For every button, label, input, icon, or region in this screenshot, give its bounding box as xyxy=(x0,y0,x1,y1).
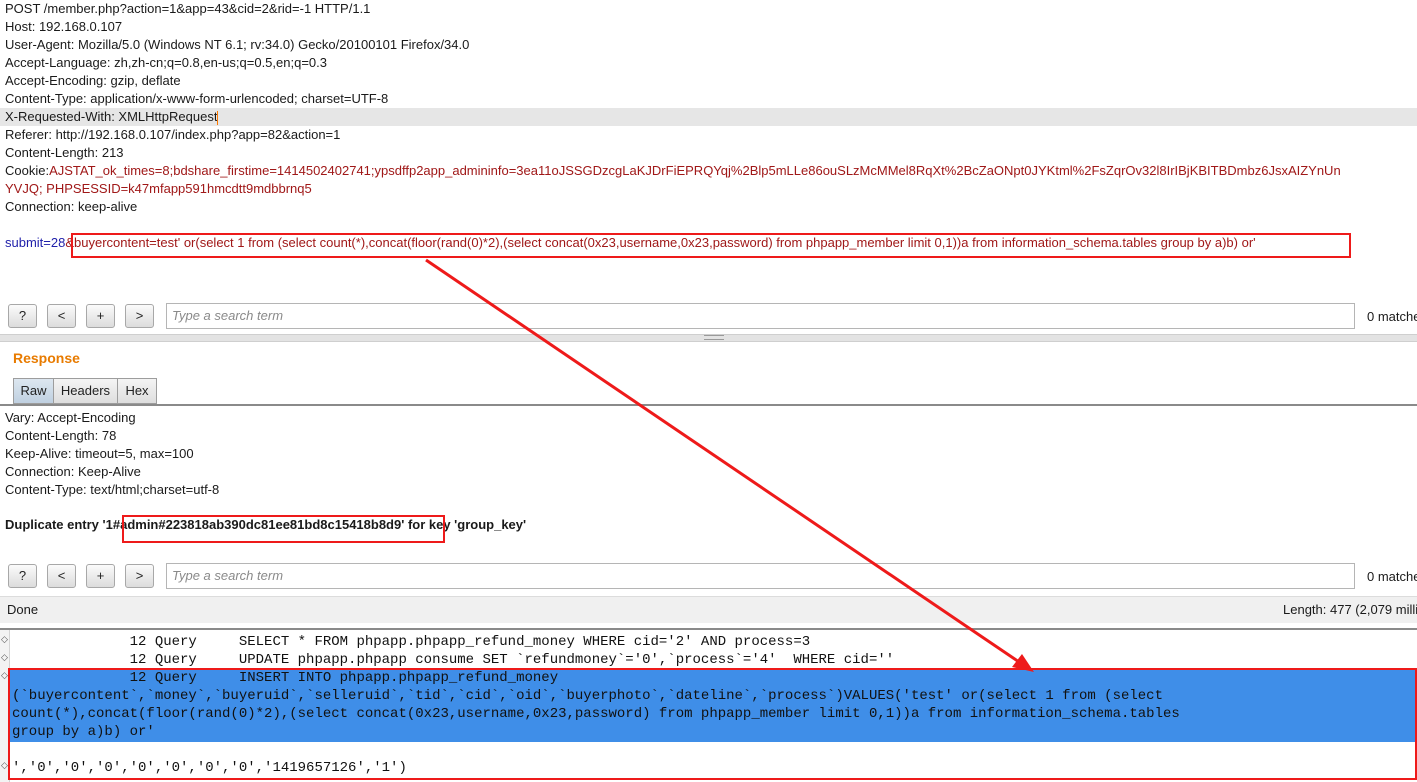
tab-headers[interactable]: Headers xyxy=(53,378,118,404)
tab-raw[interactable]: Raw xyxy=(13,378,54,404)
response-match-count: 0 matche xyxy=(1367,569,1417,584)
log-line: (`buyercontent`,`money`,`buyeruid`,`sell… xyxy=(12,688,1163,704)
body-payload: &buyercontent=test' or(select 1 from (se… xyxy=(65,235,1256,250)
response-search-input[interactable]: Type a search term xyxy=(166,563,1355,589)
x-requested-with-text: X-Requested-With: XMLHttpRequest xyxy=(5,109,218,124)
search-prev-button[interactable]: < xyxy=(47,564,76,588)
search-add-button[interactable]: + xyxy=(86,304,115,328)
resp-header-content-length: Content-Length: 78 xyxy=(5,428,117,443)
header-cookie-continued: YVJQ; PHPSESSID=k47mfapp591hmcdtt9mdbbrn… xyxy=(5,181,312,196)
log-line: group by a)b) or' xyxy=(12,724,155,740)
status-length: Length: 477 (2,079 milli xyxy=(1283,602,1417,617)
duplicate-entry-error: Duplicate entry '1#admin#223818ab390dc81… xyxy=(5,517,526,532)
request-line: POST /member.php?action=1&app=43&cid=2&r… xyxy=(5,1,371,16)
dup-leaked-hash: #admin#223818ab390dc81ee81bd8c15418b8d9 xyxy=(112,517,402,532)
search-next-button[interactable]: > xyxy=(125,564,154,588)
resp-header-keep-alive: Keep-Alive: timeout=5, max=100 xyxy=(5,446,194,461)
header-cookie: Cookie:AJSTAT_ok_times=8;bdshare_firstim… xyxy=(5,162,1341,180)
gutter-marker-icon: ◇ xyxy=(1,653,8,663)
log-line: 12 Query SELECT * FROM phpapp.phpapp_ref… xyxy=(12,634,811,650)
header-host: Host: 192.168.0.107 xyxy=(5,19,123,34)
log-line: ','0','0','0','0','0','0','0','141965712… xyxy=(12,760,407,776)
header-x-requested-with: X-Requested-With: XMLHttpRequest xyxy=(0,108,1417,126)
search-next-button[interactable]: > xyxy=(125,304,154,328)
console-gutter: ◇ ◇ ◇ ◇ xyxy=(0,630,10,782)
search-help-button[interactable]: ? xyxy=(8,564,37,588)
header-user-agent: User-Agent: Mozilla/5.0 (Windows NT 6.1;… xyxy=(5,37,470,52)
log-line: 12 Query INSERT INTO phpapp.phpapp_refun… xyxy=(12,670,559,686)
gutter-marker-icon: ◇ xyxy=(1,761,8,771)
cookie-key: Cookie: xyxy=(5,163,50,178)
header-connection: Connection: keep-alive xyxy=(5,199,138,214)
dup-suffix: ' for key 'group_key' xyxy=(401,517,527,532)
resp-header-connection: Connection: Keep-Alive xyxy=(5,464,141,479)
resp-header-vary: Vary: Accept-Encoding xyxy=(5,410,136,425)
header-referer: Referer: http://192.168.0.107/index.php?… xyxy=(5,127,341,142)
request-match-count: 0 matche xyxy=(1367,309,1417,324)
search-add-button[interactable]: + xyxy=(86,564,115,588)
dup-prefix: Duplicate entry '1 xyxy=(5,517,113,532)
text-caret xyxy=(217,110,219,125)
gutter-marker-icon: ◇ xyxy=(1,671,8,681)
body-prefix: submit=28 xyxy=(5,235,66,250)
gutter-marker-icon: ◇ xyxy=(1,635,8,645)
status-done: Done xyxy=(7,602,39,617)
search-help-button[interactable]: ? xyxy=(8,304,37,328)
log-line: 12 Query UPDATE phpapp.phpapp consume SE… xyxy=(12,652,895,668)
request-search-bar: ? < + > Type a search term 0 matche xyxy=(0,301,1417,331)
header-content-length: Content-Length: 213 xyxy=(5,145,124,160)
response-title: Response xyxy=(13,350,80,366)
log-line: count(*),concat(floor(rand(0)*2),(select… xyxy=(12,706,1180,722)
request-body: submit=28&buyercontent=test' or(select 1… xyxy=(5,234,1256,252)
mysql-query-log[interactable]: ◇ ◇ ◇ ◇ 12 Query SELECT * FROM phpapp.ph… xyxy=(0,628,1417,782)
header-content-type: Content-Type: application/x-www-form-url… xyxy=(5,91,389,106)
response-viewer[interactable]: Vary: Accept-Encoding Content-Length: 78… xyxy=(0,407,1417,557)
request-search-input[interactable]: Type a search term xyxy=(166,303,1355,329)
search-prev-button[interactable]: < xyxy=(47,304,76,328)
splitter-grip-icon[interactable] xyxy=(704,335,724,340)
resp-header-content-type: Content-Type: text/html;charset=utf-8 xyxy=(5,482,220,497)
tab-underline xyxy=(0,404,1417,406)
status-bar: Done Length: 477 (2,079 milli xyxy=(0,596,1417,623)
cookie-value: AJSTAT_ok_times=8;bdshare_firstime=14145… xyxy=(49,163,1341,178)
header-accept-language: Accept-Language: zh,zh-cn;q=0.8,en-us;q=… xyxy=(5,55,327,70)
response-search-bar: ? < + > Type a search term 0 matche xyxy=(0,561,1417,591)
request-editor[interactable]: POST /member.php?action=1&app=43&cid=2&r… xyxy=(0,0,1417,296)
header-accept-encoding: Accept-Encoding: gzip, deflate xyxy=(5,73,181,88)
tab-hex[interactable]: Hex xyxy=(117,378,157,404)
